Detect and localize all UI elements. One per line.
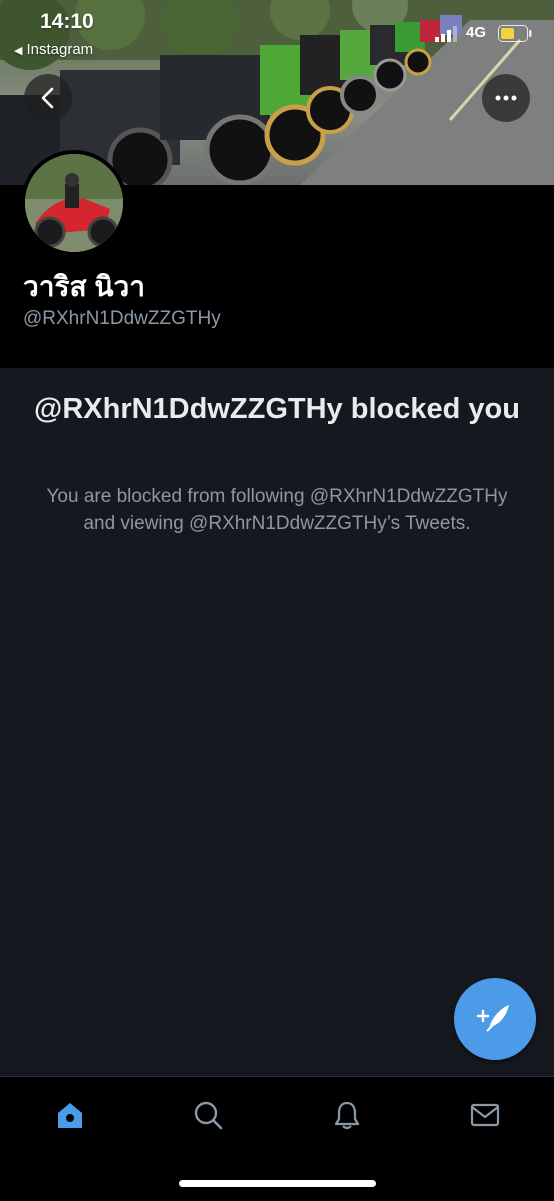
- signal-strength-icon: [435, 26, 457, 42]
- status-bar: 14:10 ◀ Instagram 4G: [0, 0, 554, 70]
- back-to-app-link[interactable]: ◀ Instagram: [14, 41, 93, 58]
- home-indicator[interactable]: [179, 1180, 376, 1187]
- avatar-motorbike-image: [25, 154, 123, 252]
- back-app-label: Instagram: [26, 41, 94, 58]
- compose-tweet-button[interactable]: [454, 978, 536, 1060]
- back-triangle-icon: ◀: [14, 45, 23, 57]
- back-button[interactable]: [24, 74, 72, 122]
- profile-handle: @RXhrN1DdwZZGTHy: [23, 308, 221, 329]
- profile-display-name: วาริส นิวา: [23, 271, 145, 302]
- ellipsis-icon: [495, 95, 517, 101]
- status-time: 14:10: [40, 10, 94, 33]
- bell-icon: [334, 1101, 360, 1130]
- mail-icon: [470, 1103, 500, 1127]
- tab-notifications[interactable]: [327, 1095, 367, 1135]
- network-type: 4G: [466, 24, 487, 41]
- battery-icon: [498, 25, 532, 42]
- blocked-title: @RXhrN1DdwZZGTHy blocked you: [34, 393, 520, 425]
- home-icon: [58, 1103, 82, 1128]
- blocked-description: You are blocked from following @RXhrN1Dd…: [46, 486, 508, 534]
- avatar[interactable]: [21, 150, 127, 256]
- tab-messages[interactable]: [465, 1095, 505, 1135]
- tab-search[interactable]: [188, 1095, 228, 1135]
- more-options-button[interactable]: [482, 74, 530, 122]
- chevron-left-icon: [41, 87, 54, 109]
- compose-tweet-icon: [476, 1005, 509, 1032]
- search-icon: [194, 1101, 223, 1130]
- tab-home[interactable]: [50, 1095, 90, 1135]
